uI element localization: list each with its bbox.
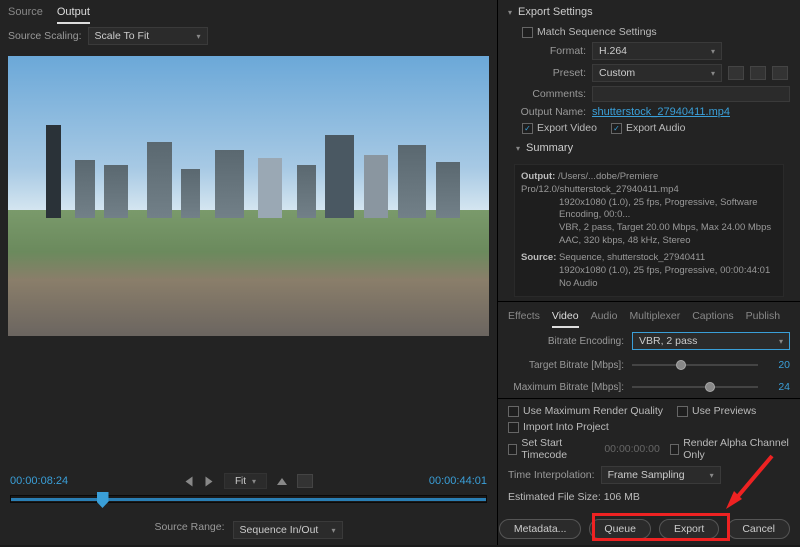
render-alpha-checkbox[interactable]: Render Alpha Channel Only bbox=[670, 437, 790, 461]
target-bitrate-label: Target Bitrate [Mbps]: bbox=[508, 360, 624, 371]
current-time[interactable]: 00:00:08:24 bbox=[10, 475, 68, 487]
output-name-label: Output Name: bbox=[508, 106, 586, 118]
tab-publish[interactable]: Publish bbox=[746, 308, 780, 328]
start-timecode-value: 00:00:00:00 bbox=[604, 443, 659, 455]
source-range-label: Source Range: bbox=[154, 521, 224, 539]
tab-effects[interactable]: Effects bbox=[508, 308, 540, 328]
tab-multiplexer[interactable]: Multiplexer bbox=[629, 308, 680, 328]
tab-captions[interactable]: Captions bbox=[692, 308, 733, 328]
import-preset-icon[interactable] bbox=[750, 66, 766, 80]
chevron-down-icon[interactable] bbox=[508, 6, 512, 18]
preset-select[interactable]: Custom bbox=[592, 64, 722, 82]
fit-select[interactable]: Fit bbox=[224, 473, 267, 489]
summary-title: Summary bbox=[526, 142, 573, 154]
summary-box: Output: /Users/...dobe/Premiere Pro/12.0… bbox=[514, 164, 784, 297]
max-bitrate-slider[interactable] bbox=[632, 380, 758, 394]
next-frame-icon[interactable] bbox=[205, 476, 212, 486]
metadata-button[interactable]: Metadata... bbox=[499, 519, 582, 539]
duration-time: 00:00:44:01 bbox=[429, 475, 487, 487]
tab-video[interactable]: Video bbox=[552, 308, 579, 328]
save-preset-icon[interactable] bbox=[728, 66, 744, 80]
bitrate-encoding-select[interactable]: VBR, 2 pass bbox=[632, 332, 790, 350]
cancel-button[interactable]: Cancel bbox=[727, 519, 790, 539]
source-scaling-label: Source Scaling: bbox=[8, 30, 82, 42]
comments-label: Comments: bbox=[508, 88, 586, 100]
playhead[interactable] bbox=[97, 492, 109, 508]
export-audio-checkbox[interactable]: ✓Export Audio bbox=[611, 122, 686, 134]
tab-output[interactable]: Output bbox=[57, 4, 90, 24]
bitrate-encoding-label: Bitrate Encoding: bbox=[508, 336, 624, 347]
time-interp-label: Time Interpolation: bbox=[508, 469, 595, 481]
time-interp-select[interactable]: Frame Sampling bbox=[601, 466, 721, 484]
timeline-track[interactable] bbox=[10, 495, 487, 503]
max-bitrate-label: Maximum Bitrate [Mbps]: bbox=[508, 382, 624, 393]
delete-preset-icon[interactable] bbox=[772, 66, 788, 80]
crop-icon[interactable] bbox=[297, 474, 313, 488]
use-previews-checkbox[interactable]: Use Previews bbox=[677, 405, 756, 417]
import-project-checkbox[interactable]: Import Into Project bbox=[508, 421, 790, 433]
max-render-checkbox[interactable]: Use Maximum Render Quality bbox=[508, 405, 663, 417]
est-size-label: Estimated File Size: bbox=[508, 491, 601, 503]
export-settings-title: Export Settings bbox=[518, 6, 593, 18]
est-size-value: 106 MB bbox=[604, 491, 640, 503]
target-bitrate-slider[interactable] bbox=[632, 358, 758, 372]
match-sequence-checkbox[interactable]: Match Sequence Settings bbox=[522, 26, 657, 38]
export-button[interactable]: Export bbox=[659, 519, 719, 539]
output-name-link[interactable]: shutterstock_27940411.mp4 bbox=[592, 106, 730, 118]
tab-source[interactable]: Source bbox=[8, 4, 43, 24]
prev-frame-icon[interactable] bbox=[185, 476, 192, 486]
format-label: Format: bbox=[508, 45, 586, 57]
preset-label: Preset: bbox=[508, 67, 586, 79]
chevron-down-icon[interactable] bbox=[516, 142, 520, 154]
target-bitrate-value[interactable]: 20 bbox=[766, 359, 790, 371]
aspect-icon[interactable] bbox=[277, 478, 287, 485]
source-range-select[interactable]: Sequence In/Out bbox=[233, 521, 343, 539]
source-scaling-select[interactable]: Scale To Fit bbox=[88, 27, 208, 45]
queue-button[interactable]: Queue bbox=[589, 519, 651, 539]
tab-audio[interactable]: Audio bbox=[591, 308, 618, 328]
preview-area bbox=[8, 56, 489, 336]
set-start-tc-checkbox[interactable]: Set Start Timecode bbox=[508, 437, 594, 461]
format-select[interactable]: H.264 bbox=[592, 42, 722, 60]
max-bitrate-value[interactable]: 24 bbox=[766, 381, 790, 393]
export-video-checkbox[interactable]: ✓Export Video bbox=[522, 122, 597, 134]
comments-input[interactable] bbox=[592, 86, 790, 102]
